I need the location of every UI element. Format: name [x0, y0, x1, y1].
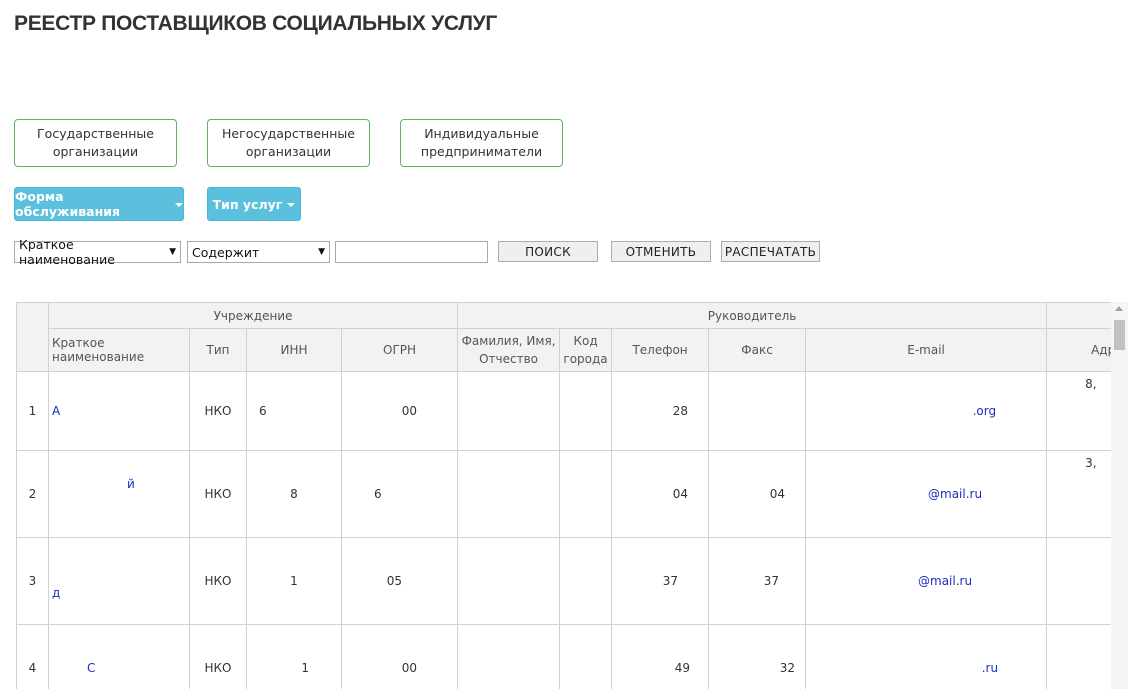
scrollbar-thumb[interactable] [1114, 320, 1125, 350]
ogrn-cell: 00 [340, 624, 459, 689]
service-type-label: Тип услуг [212, 196, 283, 212]
type-cell: НКО [189, 624, 247, 689]
table-scrollbar[interactable] [1111, 302, 1128, 689]
address-cell [1046, 624, 1112, 689]
fax-cell: 37 [708, 537, 807, 625]
fax-cell [708, 371, 807, 451]
address-cell: 8, [1046, 371, 1112, 451]
address-cell [1046, 537, 1112, 625]
caret-down-icon [287, 203, 296, 207]
phone-cell: 37 [611, 537, 710, 625]
service-form-dropdown[interactable]: Форма обслуживания [14, 187, 184, 221]
fax-cell: 04 [708, 450, 807, 538]
institution-group-header: Учреждение [47, 302, 459, 329]
page-title: РЕЕСТР ПОСТАВЩИКОВ СОЦИАЛЬНЫХ УСЛУГ [14, 12, 498, 35]
row-number: 4 [16, 624, 49, 689]
phone-cell: 49 [611, 624, 710, 689]
individual-entrepreneurs-button[interactable]: Индивидуальные предприниматели [400, 119, 563, 167]
nongov-organizations-label: Негосударственные организации [222, 126, 355, 159]
address-cell: 3, [1046, 450, 1112, 538]
city-code-cell [559, 537, 613, 625]
email-link[interactable]: @mail.ru [805, 450, 1048, 538]
search-input[interactable] [335, 241, 488, 263]
email-link[interactable]: .org [805, 371, 1048, 451]
search-button[interactable]: ПОИСК [498, 241, 598, 262]
fax-header[interactable]: Факс [708, 328, 807, 372]
field-select[interactable]: Краткое наименование ▼ [14, 237, 181, 267]
row-number: 3 [16, 537, 49, 625]
city-code-header[interactable]: Код города [559, 328, 613, 372]
ogrn-cell: 6 [340, 450, 459, 538]
service-form-label: Форма обслуживания [15, 189, 120, 219]
print-button[interactable]: РАСПЕЧАТАТЬ [721, 241, 820, 262]
provider-name-link[interactable]: С [48, 624, 190, 689]
inn-header[interactable]: ИНН [246, 328, 342, 372]
condition-select-value: Содержит [192, 244, 260, 260]
row-number-header [16, 302, 49, 372]
phone-cell: 28 [611, 371, 710, 451]
select-arrow-icon: ▼ [169, 247, 176, 257]
fax-cell: 32 [708, 624, 807, 689]
ogrn-header[interactable]: ОГРН [340, 328, 459, 372]
full-name-cell [457, 624, 561, 689]
email-link[interactable]: .ru [805, 624, 1048, 689]
city-code-cell [559, 450, 613, 538]
type-cell: НКО [189, 450, 247, 538]
city-code-cell [559, 624, 613, 689]
scroll-up-icon[interactable] [1115, 306, 1123, 311]
ogrn-cell: 05 [340, 537, 459, 625]
table-row: 4 С НКО 1 00 49 32 .ru [16, 624, 1112, 689]
type-cell: НКО [189, 371, 247, 451]
ogrn-cell: 00 [340, 371, 459, 451]
city-code-cell [559, 371, 613, 451]
providers-table-container: Учреждение Руководитель Краткое наименов… [16, 302, 1112, 689]
provider-name-link[interactable]: д [48, 537, 190, 625]
table-row: 2 й НКО 8 6 04 04 @mail.ru 3, [16, 450, 1112, 538]
phone-cell: 04 [611, 450, 710, 538]
table-row: 1 А НКО 6 00 28 .org 8, [16, 371, 1112, 451]
full-name-header[interactable]: Фамилия, Имя, Отчество [457, 328, 561, 372]
type-cell: НКО [189, 537, 247, 625]
inn-cell: 8 [246, 450, 342, 538]
email-link[interactable]: @mail.ru [805, 537, 1048, 625]
type-header[interactable]: Тип [189, 328, 247, 372]
providers-table: Учреждение Руководитель Краткое наименов… [16, 302, 1112, 689]
gov-organizations-label: Государственные организации [37, 126, 154, 159]
caret-down-icon [175, 203, 183, 207]
address-header[interactable]: Адр [1046, 328, 1112, 372]
full-name-cell [457, 371, 561, 451]
service-type-dropdown[interactable]: Тип услуг [207, 187, 301, 221]
field-select-value: Краткое наименование [19, 237, 115, 267]
individual-entrepreneurs-label: Индивидуальные предприниматели [420, 126, 543, 159]
short-name-header[interactable]: Краткое наименование [48, 328, 190, 372]
cancel-button[interactable]: ОТМЕНИТЬ [611, 241, 711, 262]
row-number: 1 [16, 371, 49, 451]
phone-header[interactable]: Телефон [611, 328, 710, 372]
inn-cell: 1 [246, 537, 342, 625]
provider-name-link[interactable]: А [48, 371, 190, 451]
email-header[interactable]: E-mail [805, 328, 1048, 372]
gov-organizations-button[interactable]: Государственные организации [14, 119, 177, 167]
condition-select[interactable]: Содержит ▼ [187, 241, 330, 263]
table-row: 3 д НКО 1 05 37 37 @mail.ru [16, 537, 1112, 625]
nongov-organizations-button[interactable]: Негосударственные организации [207, 119, 370, 167]
address-group-header [1046, 302, 1112, 329]
row-number: 2 [16, 450, 49, 538]
provider-name-link[interactable]: й [48, 450, 190, 538]
full-name-cell [457, 537, 561, 625]
inn-cell: 1 [246, 624, 342, 689]
inn-cell: 6 [246, 371, 342, 451]
full-name-cell [457, 450, 561, 538]
head-group-header: Руководитель [457, 302, 1048, 329]
select-arrow-icon: ▼ [318, 247, 325, 257]
